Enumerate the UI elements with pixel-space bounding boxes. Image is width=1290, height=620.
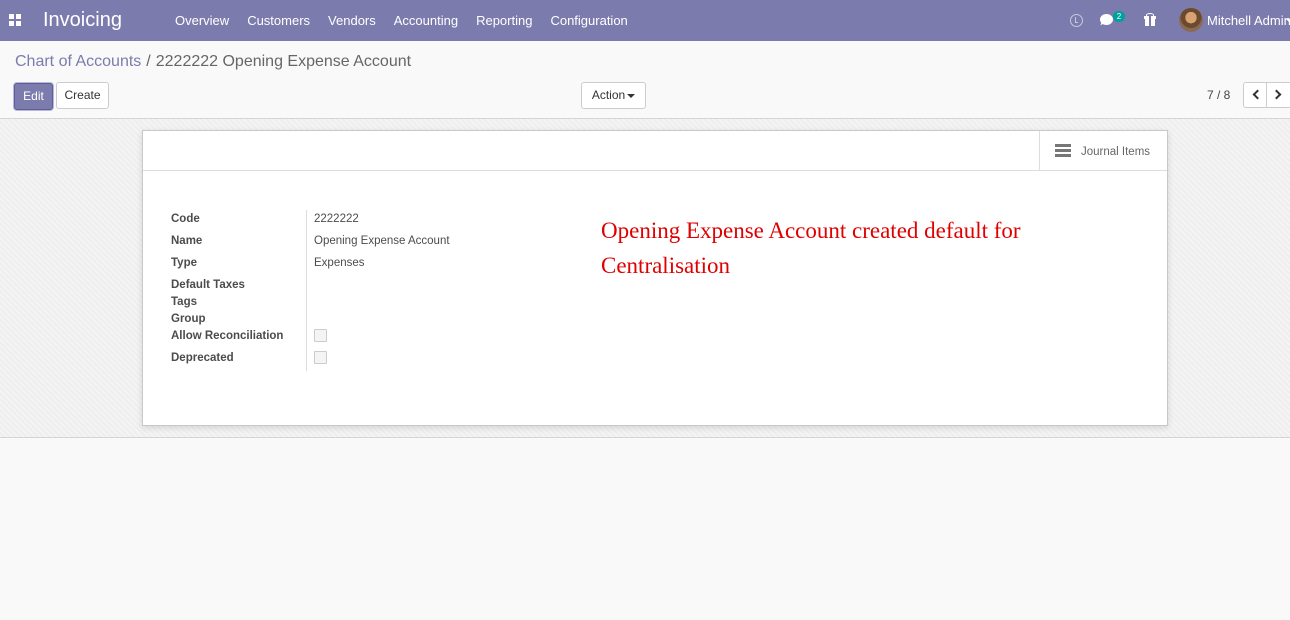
menu-item-vendors[interactable]: Vendors [319, 0, 385, 41]
label-code: Code [171, 213, 200, 225]
menu-item-accounting[interactable]: Accounting [385, 0, 467, 41]
action-label: Action [591, 88, 626, 102]
menu-item-configuration[interactable]: Configuration [541, 0, 636, 41]
user-menu-caret-icon[interactable] [1286, 19, 1290, 23]
chat-icon[interactable] [1100, 14, 1113, 25]
user-avatar[interactable] [1179, 8, 1203, 32]
label-type: Type [171, 257, 197, 269]
label-tags: Tags [171, 296, 197, 308]
label-default-taxes: Default Taxes [171, 279, 245, 291]
gift-icon[interactable] [1144, 13, 1156, 26]
top-navbar: Invoicing Overview Customers Vendors Acc… [0, 0, 1290, 41]
main-menu: Overview Customers Vendors Accounting Re… [166, 0, 637, 41]
label-name: Name [171, 235, 203, 247]
pager-value[interactable]: 7 / 8 [1207, 88, 1230, 102]
caret-down-icon [627, 94, 635, 98]
menu-item-customers[interactable]: Customers [238, 0, 319, 41]
breadcrumb-parent-link[interactable]: Chart of Accounts [15, 53, 141, 70]
activity-clock-icon[interactable] [1070, 14, 1083, 27]
pager-previous-button[interactable] [1243, 82, 1267, 108]
chevron-left-icon [1252, 89, 1263, 100]
journal-items-label: Journal Items [1081, 146, 1151, 158]
label-group: Group [171, 313, 206, 325]
menu-item-overview[interactable]: Overview [166, 0, 238, 41]
menu-item-reporting[interactable]: Reporting [467, 0, 541, 41]
chevron-right-icon [1271, 89, 1282, 100]
allow-reconciliation-checkbox[interactable] [314, 329, 327, 342]
breadcrumb: Chart of Accounts /2222222 Opening Expens… [15, 53, 411, 71]
journal-items-button[interactable]: Journal Items [1039, 131, 1167, 170]
field-type: Expenses [314, 257, 365, 269]
form-sheet: Journal Items Code 2222222 Name Opening … [142, 130, 1168, 426]
form-view-background: Journal Items Code 2222222 Name Opening … [0, 118, 1290, 438]
field-code: 2222222 [314, 213, 359, 225]
edit-button[interactable]: Edit [14, 83, 53, 110]
pager-next-button[interactable] [1267, 82, 1290, 108]
app-name[interactable]: Invoicing [43, 9, 122, 32]
label-deprecated: Deprecated [171, 352, 234, 364]
smart-button-box: Journal Items [143, 131, 1167, 171]
field-divider [306, 210, 307, 371]
label-allow-reconciliation: Allow Reconciliation [171, 330, 284, 342]
user-menu[interactable]: Mitchell Admin [1207, 0, 1290, 41]
field-name: Opening Expense Account [314, 235, 450, 247]
action-dropdown-button[interactable]: Action [581, 82, 646, 109]
annotation-note: Opening Expense Account created default … [601, 218, 1021, 278]
chat-badge: 2 [1113, 11, 1125, 22]
deprecated-checkbox[interactable] [314, 351, 327, 364]
breadcrumb-separator: / [146, 53, 151, 70]
list-icon [1055, 144, 1071, 157]
apps-menu-icon[interactable] [9, 14, 21, 26]
breadcrumb-current: 2222222 Opening Expense Account [155, 53, 412, 70]
create-button[interactable]: Create [56, 82, 109, 109]
